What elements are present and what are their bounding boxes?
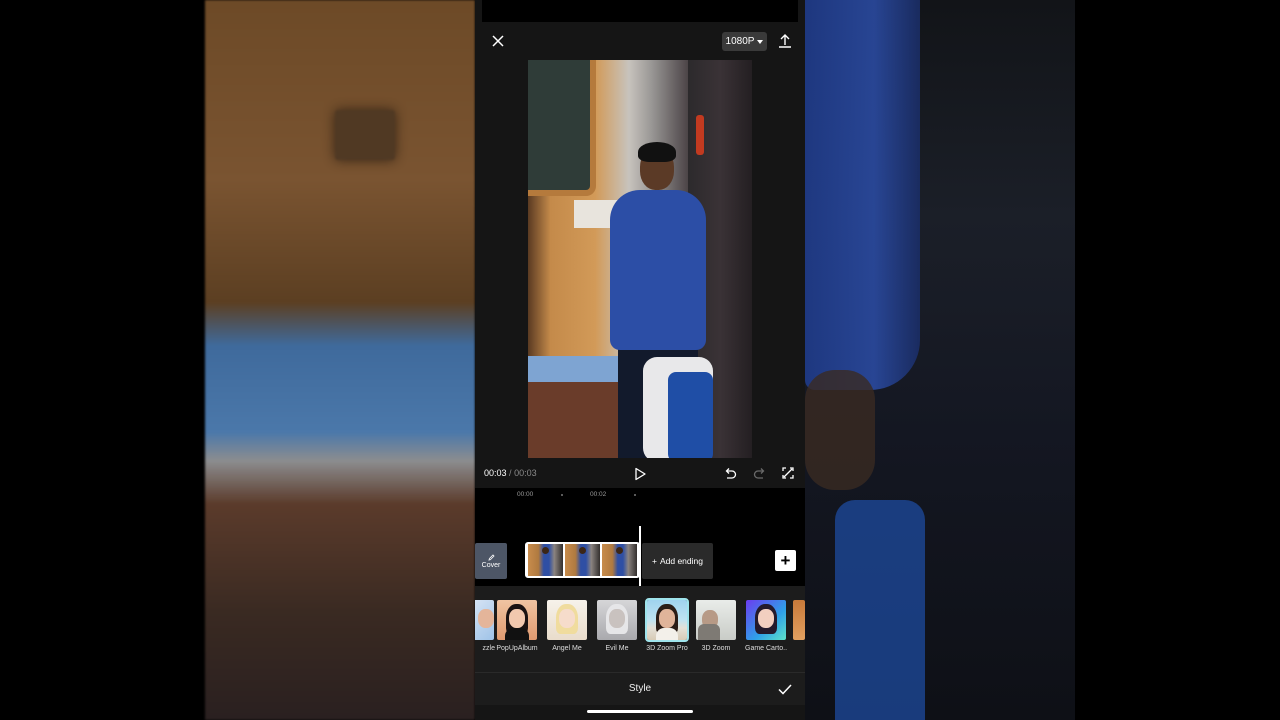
total-time: 00:03 [514,468,537,478]
add-ending-button[interactable]: + Add ending [642,543,713,579]
style-item-3d-zoom-pro[interactable]: 3D Zoom Pro [645,598,689,652]
plus-icon: + [780,550,791,570]
checkmark-icon [778,684,792,695]
bottom-bar: Style [475,672,805,705]
blurred-background-right [805,0,1075,720]
style-thumbnail [645,598,689,642]
ruler-tick: 00:00 [517,491,534,498]
style-thumbnail [793,600,805,640]
upload-icon [779,34,791,48]
play-icon [635,467,646,481]
add-clip-button[interactable]: + [775,550,796,571]
style-label: Game Carto.. [745,645,788,652]
letterbox-left [0,0,205,720]
redo-icon [753,468,765,479]
ruler-dot [561,494,563,496]
resolution-selector[interactable]: 1080P [722,32,767,51]
video-clip-track[interactable] [525,542,640,578]
letterbox-right [1075,0,1280,720]
phone-screen: 1080P 00:03 / 00:03 00:00 00:02 Cover + … [475,0,805,720]
fullscreen-icon [782,467,794,479]
clip-thumbnail [528,544,563,576]
current-time: 00:03 [484,468,507,478]
status-bar [482,0,798,22]
playback-bar: 00:03 / 00:03 [475,460,805,488]
undo-button[interactable] [723,466,738,481]
style-item-popupalbum[interactable]: PopUpAlbum [496,600,538,652]
style-thumbnail [547,600,587,640]
redo-button[interactable] [752,466,767,481]
undo-icon [725,468,737,479]
style-label: 3D Zoom Pro [646,645,688,652]
caret-down-icon [757,39,764,44]
time-separator: / [509,468,512,478]
blurred-background-left [205,0,475,720]
style-label: PopUpAlbum [496,645,538,652]
clip-thumbnail [602,544,637,576]
style-thumbnail [696,600,736,640]
close-icon [492,35,504,47]
video-preview[interactable] [528,60,752,458]
export-button[interactable] [776,32,794,50]
style-label: Evil Me [605,645,629,652]
style-thumbnail [746,600,786,640]
clip-thumbnail [565,544,600,576]
style-thumbnail [497,600,537,640]
timeline[interactable]: 00:00 00:02 Cover + Add ending + [475,488,805,586]
plus-icon: + [652,556,657,566]
ruler-dot [634,494,636,496]
style-item-game-cartoon[interactable]: Game Carto.. [745,600,787,652]
panel-title: Style [628,683,652,694]
close-button[interactable] [489,32,507,50]
preview-subject [598,142,718,458]
style-item-angel-me[interactable]: Angel Me [546,600,588,652]
fullscreen-button[interactable] [781,466,795,480]
cover-button[interactable]: Cover [475,543,507,579]
playhead[interactable] [639,526,641,586]
style-item-evil-me[interactable]: Evil Me [596,600,638,652]
home-indicator[interactable] [587,710,693,713]
style-item-3d-zoom[interactable]: 3D Zoom [695,600,737,652]
style-thumbnail [597,600,637,640]
time-display: 00:03 / 00:03 [484,468,537,478]
style-label: 3D Zoom [701,645,731,652]
edit-pencil-icon [487,554,495,561]
play-button[interactable] [632,466,648,482]
style-picker: zzle PopUpAlbum Angel Me Evil Me 3D Zoom… [475,586,805,672]
style-item-partial[interactable] [793,600,805,640]
cover-label: Cover [481,562,501,569]
style-thumbnail [475,600,494,640]
ruler-tick: 00:02 [590,491,607,498]
add-ending-label: Add ending [659,556,703,566]
top-toolbar: 1080P [475,22,805,60]
resolution-label: 1080P [725,36,755,47]
style-label: zzle [482,645,495,652]
style-label: Angel Me [552,645,582,652]
style-item-puzzle[interactable]: zzle [475,600,495,652]
confirm-button[interactable] [777,681,793,697]
